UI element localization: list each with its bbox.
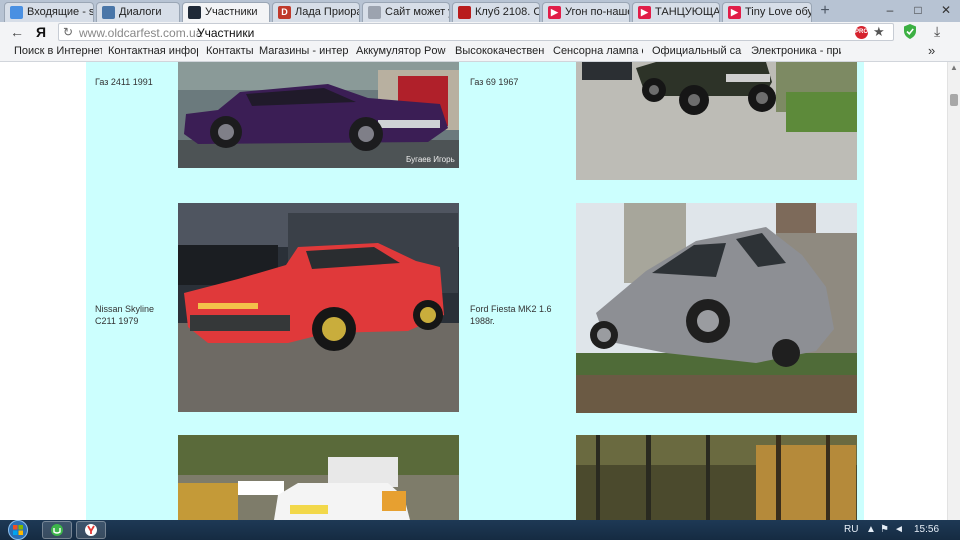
bookmark-item[interactable]: Электроника - при [751, 45, 841, 57]
tab-inbox[interactable]: Входящие - st [4, 2, 94, 22]
bookmark-item[interactable]: Аккумулятор Power [356, 45, 446, 57]
tab-tiny-love[interactable]: ▶ Tiny Love обу [722, 2, 812, 22]
page-scrollbar[interactable]: ▲ [947, 62, 960, 520]
taskbar-app-utorrent[interactable] [42, 521, 72, 539]
site-favicon-icon [188, 6, 201, 19]
back-arrow-icon[interactable]: ← [8, 23, 26, 41]
purple-sedan-image: Бугаев Игорь [178, 62, 459, 168]
reload-icon[interactable]: ↻ [63, 25, 73, 39]
minimize-icon[interactable]: – [876, 0, 904, 20]
photo-credit: Бугаев Игорь [406, 155, 455, 164]
clock[interactable]: 15:56 [914, 524, 939, 535]
bookmarks-more-button[interactable]: » [928, 43, 935, 58]
bookmark-item[interactable]: Контакты [206, 45, 254, 57]
bookmark-item[interactable]: Контактная информ [108, 45, 198, 57]
yandex-logo-icon[interactable]: Я [32, 23, 50, 41]
taskbar-app-yandex-browser[interactable] [76, 521, 106, 539]
tab-label: Входящие - st [27, 6, 94, 18]
language-indicator[interactable]: RU [844, 524, 858, 535]
download-icon[interactable]: ⤓ [934, 23, 940, 40]
white-cars-image [178, 435, 459, 520]
car-label-line: Ford Fiesta MK2 1.6 [470, 304, 552, 314]
address-bar: ← Я ↻ www.oldcarfest.com.ua Участники PR… [0, 22, 960, 42]
bookmark-item[interactable]: Высококачественн [455, 45, 545, 57]
tab-dialogs[interactable]: Диалоги [96, 2, 180, 22]
tab-club-2108[interactable]: Клуб 2108. Са [452, 2, 540, 22]
red-skyline-image [178, 203, 459, 412]
car-label-line: Газ 69 1967 [470, 77, 519, 87]
tab-ugon[interactable]: ▶ Угон по-наше [542, 2, 630, 22]
pro-badge-icon[interactable]: PRO [855, 26, 868, 39]
tab-label: Лада Приора [295, 6, 360, 18]
show-hidden-icons-icon[interactable]: ▲ [866, 524, 876, 535]
car-photo-white-cars[interactable] [178, 435, 459, 520]
car-photo-purple-sedan[interactable]: Бугаев Игорь [178, 62, 459, 168]
tab-label: Клуб 2108. Са [475, 6, 539, 18]
vk-favicon-icon [102, 6, 115, 19]
flag-icon[interactable]: ⚑ [880, 524, 889, 535]
mail-favicon-icon [10, 6, 23, 19]
windows-taskbar: RU ▲ ⚑ ◄ 15:56 [0, 520, 960, 540]
tab-site-error[interactable]: Сайт может у [362, 2, 450, 22]
gaz69-image [576, 62, 857, 180]
car-label: Газ 2411 1991 [95, 76, 153, 88]
page-content: Газ 2411 1991 Бугаев Игорь Газ 69 1967 N… [0, 62, 947, 520]
tab-label: Диалоги [119, 6, 162, 18]
tab-participants[interactable]: Участники [182, 2, 270, 23]
star-icon[interactable]: ★ [873, 24, 885, 40]
yandex-browser-icon [85, 524, 97, 536]
new-tab-button[interactable]: + [816, 1, 834, 21]
drive2-favicon-icon: D [278, 6, 291, 19]
car-label-line: 1988г. [470, 316, 495, 326]
tab-dancing[interactable]: ▶ ТАНЦУЮЩАЯ [632, 2, 720, 22]
youtube-favicon-icon: ▶ [638, 6, 651, 19]
grey-fiesta-image [576, 203, 857, 413]
scroll-up-icon[interactable]: ▲ [948, 62, 960, 74]
car-label: Nissan Skyline C211 1979 [95, 303, 154, 327]
youtube-favicon-icon: ▶ [548, 6, 561, 19]
car-photo-forest[interactable] [576, 435, 857, 520]
youtube-favicon-icon: ▶ [728, 6, 741, 19]
tab-label: Сайт может у [385, 6, 450, 18]
car-photo-gaz69[interactable] [576, 62, 857, 180]
utorrent-icon [51, 524, 63, 536]
url-input[interactable]: ↻ www.oldcarfest.com.ua Участники PRO ★ [58, 23, 894, 41]
tab-strip: Входящие - st Диалоги Участники D Лада П… [0, 0, 960, 23]
tab-label: Tiny Love обу [745, 6, 812, 18]
car-label: Газ 69 1967 [470, 76, 518, 88]
bookmark-item[interactable]: Магазины - интерн [259, 45, 349, 57]
car-label-line: Nissan Skyline [95, 304, 155, 314]
tab-lada-priora[interactable]: D Лада Приора [272, 2, 360, 22]
tab-label: ТАНЦУЮЩАЯ [655, 6, 720, 18]
close-icon[interactable]: ✕ [932, 0, 960, 20]
car-label-line: Газ 2411 1991 [95, 77, 153, 87]
forest-image [576, 435, 857, 520]
bookmark-item[interactable]: Поиск в Интернете [14, 45, 102, 57]
maximize-icon[interactable]: □ [904, 0, 932, 20]
tab-label: Угон по-наше [565, 6, 630, 18]
bookmark-item[interactable]: Сенсорна лампа ел [553, 45, 643, 57]
bookmarks-bar: Поиск в Интернете Контактная информ Конт… [0, 42, 960, 62]
bookmark-item[interactable]: Официальный сайт [652, 45, 742, 57]
forum-favicon-icon [458, 6, 471, 19]
windows-start-icon[interactable] [6, 520, 30, 540]
car-photo-red-skyline[interactable] [178, 203, 459, 412]
url-page-title: Участники [197, 26, 255, 40]
scroll-thumb[interactable] [950, 94, 958, 106]
car-label-line: C211 1979 [95, 316, 139, 326]
url-host: www.oldcarfest.com.ua [79, 26, 203, 40]
speaker-icon[interactable]: ◄ [894, 524, 904, 535]
tab-label: Участники [205, 6, 258, 18]
car-photo-grey-fiesta[interactable] [576, 203, 857, 413]
page-favicon-icon [368, 6, 381, 19]
shield-icon[interactable] [904, 24, 916, 39]
car-label: Ford Fiesta MK2 1.6 1988г. [470, 303, 552, 327]
